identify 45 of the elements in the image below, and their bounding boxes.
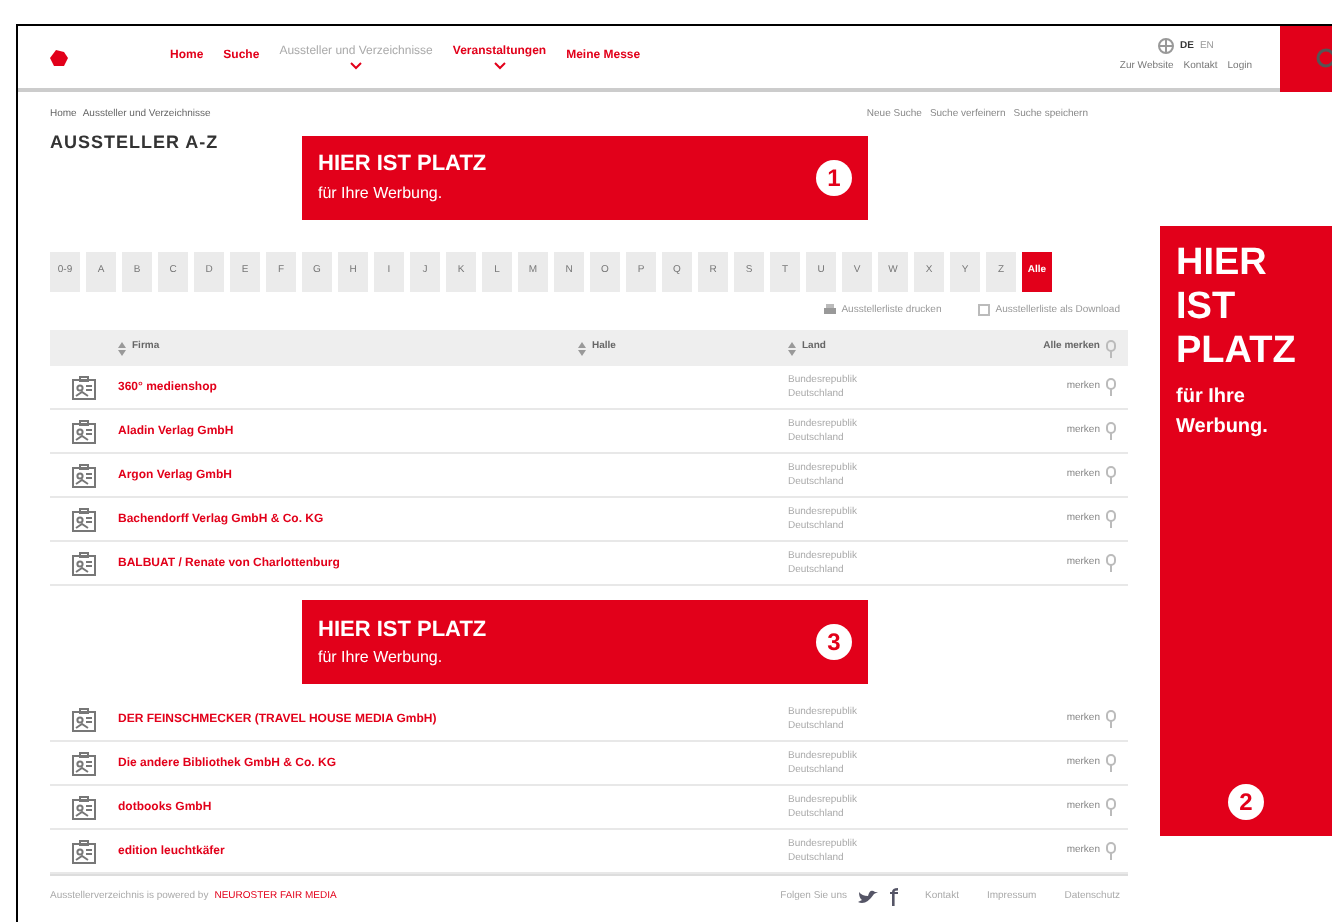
exhibitor-logo-icon (72, 463, 96, 487)
ad-subline: für Ihre Werbung. (1176, 384, 1270, 442)
chevron-down-icon (493, 62, 506, 70)
pin-icon[interactable] (1106, 710, 1116, 728)
exhibitor-logo-icon (72, 375, 96, 399)
exhibitor-logo-icon (72, 551, 96, 575)
ad-subline: für Ihre Werbung. (318, 646, 445, 671)
pin-icon[interactable] (1106, 842, 1116, 860)
ad-subline: für Ihre Werbung. (318, 181, 445, 206)
pin-icon[interactable] (1106, 339, 1116, 357)
pin-icon[interactable] (1106, 466, 1116, 484)
sort-icon[interactable] (788, 341, 796, 355)
sort-icon[interactable] (578, 341, 586, 355)
ad-number: 1 (816, 159, 852, 195)
printer-icon (823, 304, 836, 317)
search-button[interactable] (1280, 26, 1332, 92)
globe-icon (1158, 38, 1174, 55)
pin-icon[interactable] (1106, 422, 1116, 440)
advertisement-banner[interactable]: HIER IST PLATZ für Ihre Werbung. 1 (302, 135, 868, 219)
exhibitor-logo-icon (72, 707, 96, 731)
search-icon (1312, 47, 1332, 71)
ad-number: 3 (816, 624, 852, 660)
advertisement-banner[interactable]: HIER IST PLATZ für Ihre Werbung. 2 (1160, 226, 1332, 836)
page-title: AUSSTELLER A-Z (50, 129, 221, 155)
exhibitor-logo-icon (72, 795, 96, 819)
exhibitor-logo-icon (72, 839, 96, 863)
chevron-down-icon (350, 62, 363, 70)
checkbox[interactable] (977, 304, 990, 317)
letter-f-icon[interactable] (887, 888, 897, 906)
exhibitor-logo-icon (72, 419, 96, 443)
sort-icon[interactable] (118, 341, 126, 355)
pin-icon[interactable] (1106, 798, 1116, 816)
ad-headline: HIER IST PLATZ (1176, 242, 1298, 374)
ad-number: 2 (1228, 784, 1264, 820)
pin-icon[interactable] (1106, 754, 1116, 772)
exhibitor-logo-icon (72, 507, 96, 531)
logo-icon[interactable] (50, 49, 68, 65)
ad-headline: HIER IST PLATZ (318, 615, 487, 646)
pin-icon[interactable] (1106, 554, 1116, 572)
pin-icon[interactable] (1106, 510, 1116, 528)
pin-icon[interactable] (1106, 378, 1116, 396)
advertisement-banner[interactable]: HIER IST PLATZ für Ihre Werbung. 3 (302, 600, 868, 684)
exhibitor-logo-icon (72, 751, 96, 775)
bird-icon[interactable] (857, 889, 877, 905)
ad-headline: HIER IST PLATZ (318, 150, 487, 181)
